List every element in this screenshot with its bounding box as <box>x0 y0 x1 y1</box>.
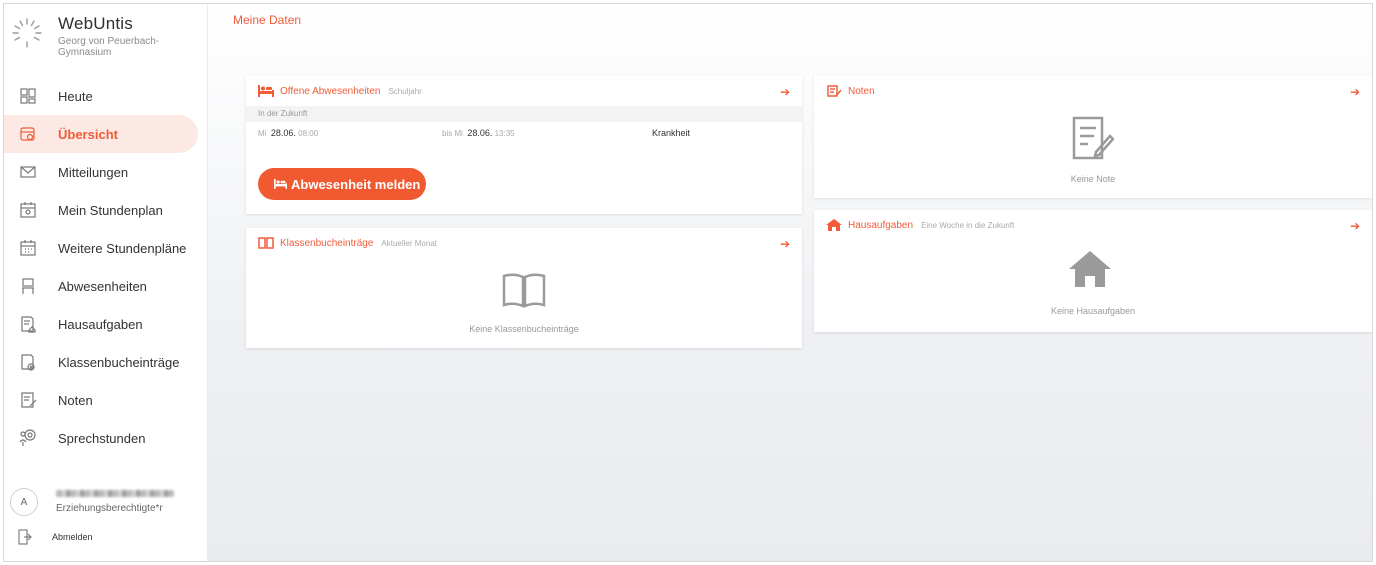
bed-icon <box>258 85 274 97</box>
absences-arrow-icon[interactable]: ➔ <box>780 85 790 99</box>
mail-icon <box>18 162 38 182</box>
absences-card: Offene Abwesenheiten Schuljahr ➔ In der … <box>246 76 802 214</box>
absence-from-day: Mi <box>258 129 267 138</box>
app-window: WebUntis Georg von Peuerbach-Gymnasium H… <box>3 3 1373 562</box>
sidebar-item-label: Übersicht <box>58 126 118 142</box>
webuntis-logo-icon <box>12 18 42 48</box>
homework-card: Hausaufgaben Eine Woche in die Zukunft ➔… <box>814 210 1372 332</box>
sidebar-item-label: Mein Stundenplan <box>58 202 163 218</box>
house-icon <box>1069 251 1111 287</box>
homework-icon <box>18 314 38 334</box>
home-icon <box>826 219 842 231</box>
brand-name: WebUntis <box>58 14 133 33</box>
absences-section-label: In der Zukunft <box>246 106 802 122</box>
absence-to: bis Mi 28.06. 13:35 <box>442 128 515 138</box>
sidebar-item-sprechstunden[interactable]: Sprechstunden <box>4 419 208 457</box>
bed-icon <box>18 276 38 296</box>
sidebar-item-label: Hausaufgaben <box>58 316 143 332</box>
classbook-card-header[interactable]: Klassenbucheinträge Aktueller Monat ➔ <box>246 228 802 258</box>
homework-empty-label: Keine Hausaufgaben <box>1050 306 1136 316</box>
absence-to-prefix: bis Mi <box>442 129 463 138</box>
sidebar-item-mein-stundenplan[interactable]: Mein Stundenplan <box>4 191 208 229</box>
homework-card-header[interactable]: Hausaufgaben Eine Woche in die Zukunft ➔ <box>814 210 1372 240</box>
logout-label: Abmelden <box>52 532 93 542</box>
classbook-icon <box>18 352 38 372</box>
calendar-grid-icon <box>18 238 38 258</box>
book-icon <box>258 237 274 249</box>
absences-title: Offene Abwesenheiten <box>280 85 381 97</box>
absence-reason: Krankheit <box>652 128 691 138</box>
sidebar-item-weitere-stundenplaene[interactable]: Weitere Stundenpläne <box>4 229 208 267</box>
sidebar-item-label: Weitere Stundenpläne <box>58 240 187 256</box>
logout-button[interactable]: Abmelden <box>18 529 93 545</box>
user-profile[interactable]: A Erziehungsberechtigte*r <box>10 488 174 516</box>
user-name-blurred <box>56 490 174 497</box>
school-name: Georg von Peuerbach-Gymnasium <box>58 36 160 58</box>
grade-icon <box>827 85 842 97</box>
classbook-title: Klassenbucheinträge <box>280 237 374 249</box>
classbook-empty-label: Keine Klassenbucheinträge <box>469 324 579 334</box>
avatar: A <box>10 488 38 516</box>
consultation-icon <box>18 428 38 448</box>
absence-from: Mi 28.06. 08:00 <box>258 128 318 138</box>
grade-document-icon <box>1072 116 1114 160</box>
overview-icon <box>18 124 38 144</box>
absence-to-date: 28.06. <box>467 128 493 138</box>
grades-title: Noten <box>848 85 875 97</box>
sidebar-item-label: Mitteilungen <box>58 164 129 180</box>
sidebar-item-klassenbucheintraege[interactable]: Klassenbucheinträge <box>4 343 208 381</box>
sidebar: WebUntis Georg von Peuerbach-Gymnasium H… <box>4 4 208 561</box>
absence-from-date: 28.06. <box>270 128 296 138</box>
grid-icon <box>18 86 38 106</box>
calendar-user-icon <box>18 200 38 220</box>
brand[interactable]: WebUntis Georg von Peuerbach-Gymnasium <box>10 14 188 58</box>
open-book-icon <box>502 273 546 308</box>
classbook-subtitle: Aktueller Monat <box>381 238 437 248</box>
sidebar-item-label: Heute <box>58 88 93 104</box>
sidebar-item-hausaufgaben[interactable]: Hausaufgaben <box>4 305 208 343</box>
absence-from-time: 08:00 <box>298 129 319 138</box>
sidebar-item-mitteilungen[interactable]: Mitteilungen <box>4 153 208 191</box>
main-content: Meine Daten Offene Abwesenheiten Schulja… <box>208 4 1372 561</box>
homework-arrow-icon[interactable]: ➔ <box>1350 219 1360 233</box>
sidebar-item-label: Noten <box>58 392 93 408</box>
absence-to-time: 13:35 <box>494 129 515 138</box>
user-role: Erziehungsberechtigte*r <box>56 503 163 514</box>
report-absence-label: Abwesenheit melden <box>291 176 421 192</box>
homework-title: Hausaufgaben <box>848 219 914 231</box>
grades-card-header[interactable]: Noten ➔ <box>814 76 1372 106</box>
grades-arrow-icon[interactable]: ➔ <box>1350 85 1360 99</box>
grades-empty-label: Keine Note <box>1070 174 1116 184</box>
sidebar-item-abwesenheiten[interactable]: Abwesenheiten <box>4 267 208 305</box>
report-absence-button[interactable]: Abwesenheit melden <box>258 168 426 200</box>
sidebar-nav: Heute Übersicht Mitteilungen Mein Stunde… <box>4 77 208 457</box>
grades-card: Noten ➔ Keine Note <box>814 76 1372 198</box>
sidebar-item-noten[interactable]: Noten <box>4 381 208 419</box>
sidebar-item-heute[interactable]: Heute <box>4 77 208 115</box>
sidebar-item-label: Abwesenheiten <box>58 278 147 294</box>
sidebar-item-label: Klassenbucheinträge <box>58 354 180 370</box>
absences-subtitle: Schuljahr <box>388 86 422 96</box>
grade-icon <box>18 390 38 410</box>
page-title: Meine Daten <box>233 13 302 27</box>
sidebar-item-uebersicht[interactable]: Übersicht <box>4 115 198 153</box>
sidebar-item-label: Sprechstunden <box>58 430 146 446</box>
logout-icon <box>18 529 32 545</box>
absences-card-header[interactable]: Offene Abwesenheiten Schuljahr ➔ <box>246 76 802 106</box>
absence-row[interactable]: Mi 28.06. 08:00 bis Mi 28.06. 13:35 Kran… <box>246 122 802 144</box>
classbook-arrow-icon[interactable]: ➔ <box>780 237 790 251</box>
classbook-card: Klassenbucheinträge Aktueller Monat ➔ Ke… <box>246 228 802 348</box>
bed-icon <box>274 179 287 189</box>
homework-subtitle: Eine Woche in die Zukunft <box>921 220 1015 230</box>
